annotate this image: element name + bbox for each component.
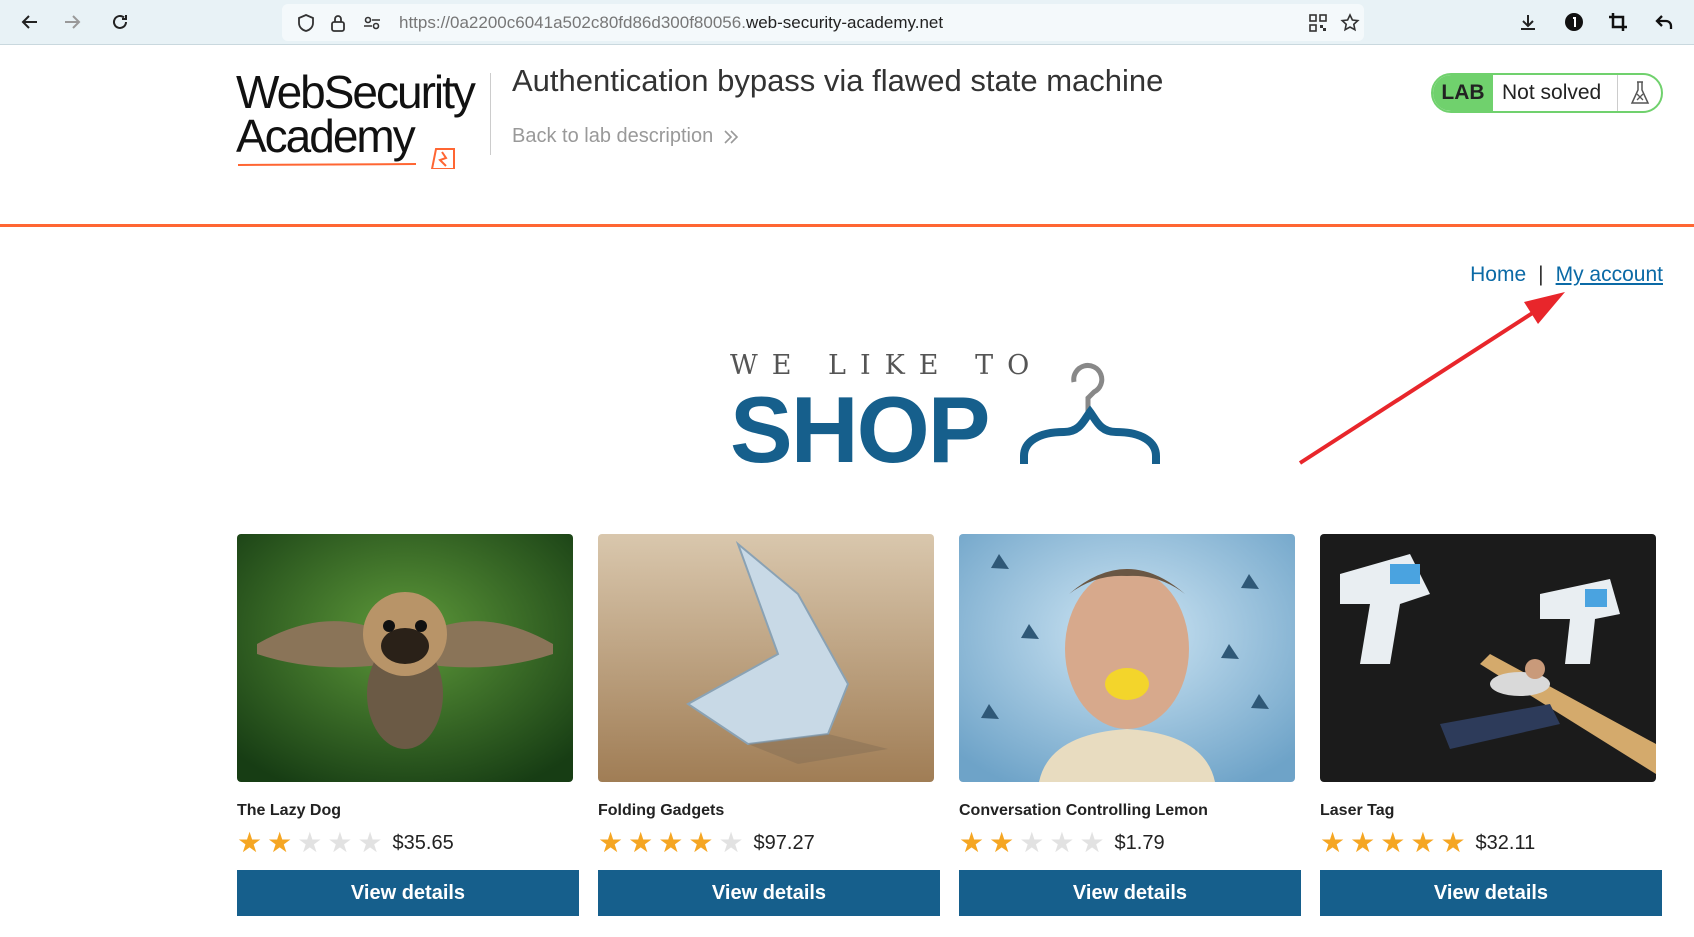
site-header: WebSecurity Academy Authentication bypas… [0,45,1694,227]
lab-title: Authentication bypass via flawed state m… [512,63,1164,98]
crop-icon[interactable] [1604,8,1632,36]
extension-icon[interactable] [1560,8,1588,36]
view-details-button[interactable]: View details [959,870,1301,916]
logo-underline-icon [237,148,455,169]
product-name: Laser Tag [1320,802,1395,819]
product-card: Laser Tag ★ ★ ★ ★ ★ $32.11 View details [1320,534,1662,916]
star-filled-icon: ★ [658,827,684,858]
star-empty-icon: ★ [718,827,744,858]
product-image [1320,534,1656,782]
product-card: Conversation Controlling Lemon ★ ★ ★ ★ ★ $1.79… [959,534,1301,916]
forward-icon[interactable] [58,8,86,36]
download-icon[interactable] [1514,8,1542,36]
view-details-button[interactable]: View details [237,870,579,916]
product-card: The Lazy Dog ★ ★ ★ ★ ★ $35.65 View details [237,534,579,916]
product-rating-row: ★ ★ ★ ★ ★ $1.79 [959,828,1299,858]
product-image [598,534,934,782]
product-image [959,534,1295,782]
star-empty-icon: ★ [1079,827,1105,858]
product-card: Folding Gadgets ★ ★ ★ ★ ★ $97.27 View details [598,534,940,916]
flask-icon [1617,75,1661,111]
view-details-button[interactable]: View details [1320,870,1662,916]
lab-badge: LAB [1433,75,1493,111]
my-account-link[interactable]: My account [1556,263,1663,287]
back-link-label: Back to lab description [512,125,714,147]
star-filled-icon: ★ [598,827,624,858]
product-name: Conversation Controlling Lemon [959,802,1208,819]
site-permissions-icon[interactable] [362,13,382,33]
url-prefix: https://0a2200c6041a502c80fd86d300f80056… [399,13,746,32]
star-empty-icon: ★ [1049,827,1075,858]
star-empty-icon: ★ [297,827,323,858]
star-filled-icon: ★ [628,827,654,858]
hanger-icon [1020,362,1160,464]
star-filled-icon: ★ [688,827,714,858]
product-price: $1.79 [1114,831,1165,854]
product-price: $97.27 [753,831,815,854]
product-image [237,534,573,782]
star-filled-icon: ★ [959,827,985,858]
star-filled-icon: ★ [1380,827,1406,858]
star-filled-icon: ★ [1440,827,1466,858]
lab-status-widget: LAB Not solved [1431,73,1663,113]
product-price: $35.65 [392,831,454,854]
star-filled-icon: ★ [1350,827,1376,858]
product-rating-row: ★ ★ ★ ★ ★ $97.27 [598,828,938,858]
shield-icon[interactable] [296,13,316,33]
qr-code-icon[interactable] [1308,13,1328,33]
web-security-academy-logo[interactable]: WebSecurity Academy [236,69,490,169]
star-rating: ★ ★ ★ ★ ★ [598,829,744,857]
browser-toolbar: https://0a2200c6041a502c80fd86d300f80056… [0,0,1694,45]
url-text: https://0a2200c6041a502c80fd86d300f80056… [399,13,943,33]
star-empty-icon: ★ [327,827,353,858]
product-rating-row: ★ ★ ★ ★ ★ $32.11 [1320,828,1660,858]
star-filled-icon: ★ [1320,827,1346,858]
logo-line1: WebSecurity [236,66,476,118]
header-divider [490,73,491,155]
product-name: Folding Gadgets [598,802,725,819]
star-empty-icon: ★ [1019,827,1045,858]
back-icon[interactable] [16,8,44,36]
url-host: web-security-academy.net [745,13,944,32]
star-rating: ★ ★ ★ ★ ★ [237,829,383,857]
product-name: The Lazy Dog [237,802,342,819]
back-to-lab-description-link[interactable]: Back to lab description [512,125,739,148]
double-chevron-right-icon [724,129,739,144]
bookmark-star-icon[interactable] [1340,13,1360,33]
product-price: $32.11 [1475,831,1536,854]
star-filled-icon: ★ [989,827,1015,858]
star-filled-icon: ★ [237,827,263,858]
star-rating: ★ ★ ★ ★ ★ [959,829,1105,857]
banner-shop-text: SHOP [730,377,990,482]
product-rating-row: ★ ★ ★ ★ ★ $35.65 [237,828,577,858]
home-link[interactable]: Home [1470,263,1526,287]
reload-icon[interactable] [106,8,134,36]
star-filled-icon: ★ [267,827,293,858]
lock-icon[interactable] [328,13,348,33]
star-rating: ★ ★ ★ ★ ★ [1320,829,1466,857]
star-empty-icon: ★ [357,827,383,858]
star-filled-icon: ★ [1410,827,1436,858]
nav-separator: | [1538,263,1544,286]
top-navigation: Home | My account [1470,263,1663,287]
lab-status-text: Not solved [1502,81,1602,104]
undo-icon[interactable] [1650,8,1678,36]
address-bar[interactable]: https://0a2200c6041a502c80fd86d300f80056… [282,4,1364,41]
view-details-button[interactable]: View details [598,870,940,916]
